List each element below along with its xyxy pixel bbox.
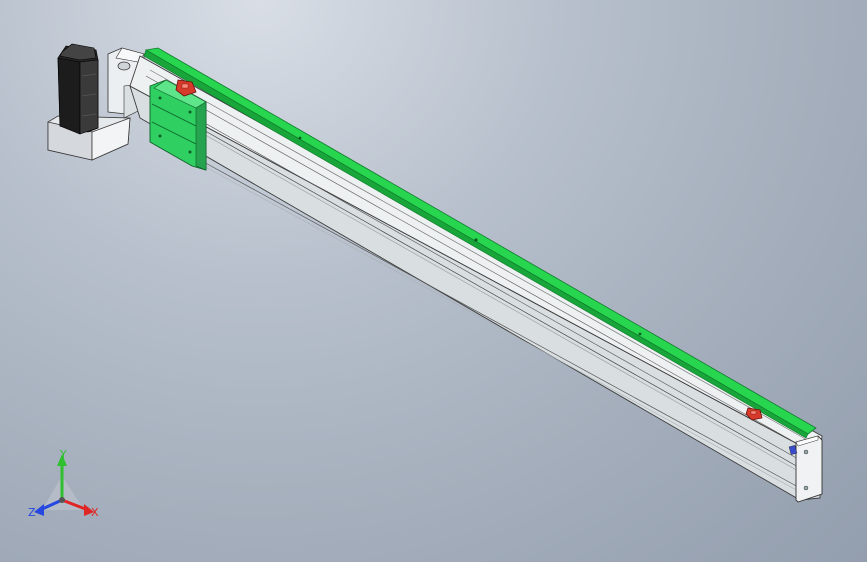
triad-z-label: Z [28,506,36,519]
cad-viewport[interactable]: Y X Z [0,0,867,562]
green-cover-strip[interactable] [143,47,817,439]
stepper-motor [57,43,99,135]
triad-x-label: X [91,506,99,519]
triad-y-label: Y [59,448,67,461]
aluminum-rail[interactable] [129,55,823,501]
linear-module-assembly[interactable] [47,43,823,503]
triad-origin [59,497,65,503]
view-triad[interactable]: Y X Z [28,448,99,519]
